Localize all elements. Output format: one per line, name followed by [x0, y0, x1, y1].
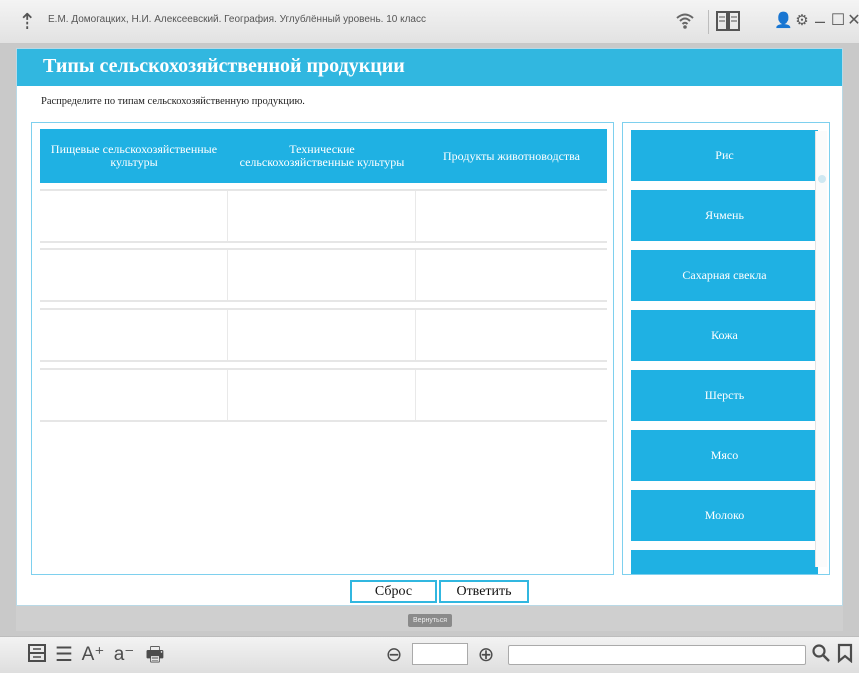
list-icon[interactable]: ☰: [52, 643, 76, 667]
draggable-card[interactable]: [631, 550, 818, 574]
drop-cell-food[interactable]: [40, 191, 228, 241]
bookmark-icon[interactable]: [836, 643, 854, 667]
drop-cell-industrial[interactable]: [228, 250, 416, 300]
drop-row: [40, 248, 607, 302]
drop-cell-industrial[interactable]: [228, 370, 416, 420]
cards-panel: Рис Ячмень Сахарная свекла Кожа Шерсть М…: [622, 122, 830, 575]
page-number-input[interactable]: [412, 643, 468, 665]
drop-cell-livestock[interactable]: [416, 191, 607, 241]
drop-cell-industrial[interactable]: [228, 191, 416, 241]
font-decrease-icon[interactable]: a⁻: [111, 643, 137, 667]
answer-button[interactable]: Ответить: [439, 580, 529, 603]
drop-cell-food[interactable]: [40, 310, 228, 360]
previous-page-icon[interactable]: ⊖: [382, 643, 406, 667]
title-bar: ⇡ Е.М. Домогацких, Н.И. Алексеевский. Ге…: [0, 0, 859, 44]
back-button[interactable]: Вернуться: [408, 614, 452, 627]
title-separator: [708, 10, 709, 34]
exercise-window: Типы сельскохозяйственной продукции Расп…: [16, 48, 843, 606]
close-icon[interactable]: ✕: [847, 10, 859, 32]
column-header-livestock-products: Продукты животноводства: [416, 129, 607, 183]
drop-row: [40, 308, 607, 362]
draggable-card[interactable]: Ячмень: [631, 190, 818, 241]
app-logo-icon: ⇡: [18, 9, 37, 34]
gear-icon[interactable]: ⚙: [793, 10, 811, 32]
drop-cell-livestock[interactable]: [416, 250, 607, 300]
sorting-table: Пищевые сельскохозяйственные культуры Те…: [31, 122, 614, 575]
search-input[interactable]: [508, 645, 806, 665]
search-icon[interactable]: [810, 643, 832, 667]
cards-scrollbar[interactable]: [815, 131, 827, 567]
book-icon[interactable]: [714, 10, 742, 32]
drop-cell-livestock[interactable]: [416, 370, 607, 420]
drop-cell-food[interactable]: [40, 370, 228, 420]
column-header-food-crops: Пищевые сельскохозяйственные культуры: [40, 129, 228, 183]
draggable-card[interactable]: Рис: [631, 130, 818, 181]
instruction-text: Распределите по типам сельскохозяйственн…: [41, 96, 305, 107]
draggable-card[interactable]: Мясо: [631, 430, 818, 481]
table-of-contents-icon[interactable]: [26, 643, 48, 667]
page-title: Типы сельскохозяйственной продукции: [43, 55, 405, 77]
user-icon[interactable]: 👤: [774, 10, 793, 32]
next-page-icon[interactable]: ⊕: [474, 643, 498, 667]
drop-row: [40, 368, 607, 422]
drop-cell-livestock[interactable]: [416, 310, 607, 360]
draggable-card[interactable]: Молоко: [631, 490, 818, 541]
draggable-card[interactable]: Кожа: [631, 310, 818, 361]
scrollbar-thumb[interactable]: [818, 175, 826, 183]
reset-button[interactable]: Сброс: [350, 580, 437, 603]
exercise-header: Типы сельскохозяйственной продукции: [17, 49, 842, 86]
maximize-icon[interactable]: ☐: [830, 10, 846, 32]
document-title: Е.М. Домогацких, Н.И. Алексеевский. Геог…: [48, 14, 426, 25]
print-icon[interactable]: 🖶: [142, 643, 168, 667]
wifi-icon[interactable]: [672, 10, 698, 32]
minimize-icon[interactable]: –: [812, 10, 828, 32]
column-header-industrial-crops: Технические сельскохозяйственные культур…: [228, 129, 416, 183]
drop-row: [40, 189, 607, 243]
drop-cell-food[interactable]: [40, 250, 228, 300]
font-increase-icon[interactable]: A⁺: [80, 643, 106, 667]
drop-cell-industrial[interactable]: [228, 310, 416, 360]
draggable-card[interactable]: Сахарная свекла: [631, 250, 818, 301]
draggable-card[interactable]: Шерсть: [631, 370, 818, 421]
